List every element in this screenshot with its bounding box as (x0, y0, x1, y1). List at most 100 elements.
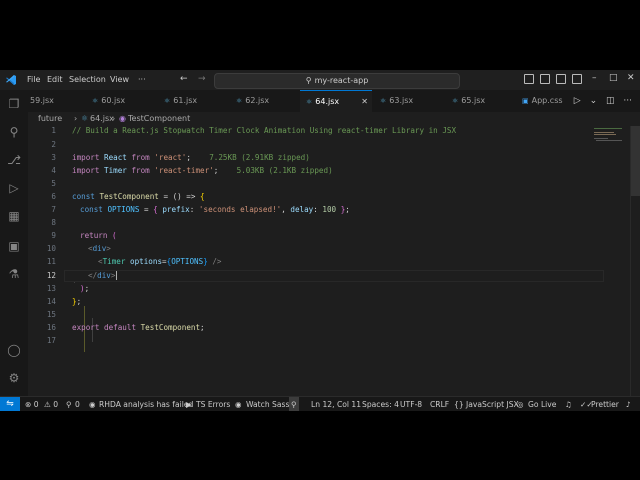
line-number: 1 (51, 126, 56, 135)
tab-59[interactable]: 59.jsx (28, 90, 90, 112)
tab-63[interactable]: ⚛ 63.jsx (378, 90, 450, 112)
tab-60[interactable]: ⚛ 60.jsx (90, 90, 162, 112)
restore-icon[interactable]: □ (609, 73, 618, 83)
remote-explorer-icon[interactable]: ▣ (6, 238, 22, 254)
editor-tabs: 59.jsx ⚛ 60.jsx ⚛ 61.jsx ⚛ 62.jsx ⚛ 64.jsx ✕ … (28, 90, 640, 112)
notifications-icon[interactable]: ♪ (626, 397, 631, 411)
code-editor[interactable]: 1 2 3 4 5 6 7 8 9 10 11 12 13 14 15 16 1… (28, 126, 640, 396)
indentation[interactable]: Spaces: 4 (362, 397, 399, 411)
string: 'react-timer' (154, 166, 214, 175)
menu-file[interactable]: File (27, 75, 40, 84)
toggle-secondary-sidebar-icon[interactable] (556, 74, 566, 84)
menu-more[interactable]: ··· (138, 75, 146, 84)
identifier: React (104, 153, 127, 162)
import-cost-hint: 5.03KB (2.1KB zipped) (236, 166, 333, 175)
breadcrumb-separator: › (112, 114, 116, 123)
jsx-attribute: options (130, 257, 163, 266)
keyword: from (131, 166, 150, 175)
title-bar: File Edit Selection View ··· ← → ⚲ my-rea… (0, 70, 640, 90)
run-debug-icon[interactable]: ▷ (6, 180, 22, 196)
keyword: import (72, 153, 100, 162)
punct: = () => (158, 192, 201, 201)
extensions-icon[interactable]: ▦ (6, 208, 22, 224)
react-file-icon: ⚛ (306, 98, 313, 106)
identifier: TestComponent (99, 192, 159, 201)
rhda-status[interactable]: RHDA analysis has failed (99, 397, 193, 411)
problems-warnings[interactable]: ⚠ 0 (44, 397, 58, 411)
command-center-search[interactable]: ⚲ my-react-app (214, 73, 460, 89)
tab-label: 64.jsx (315, 97, 340, 106)
minimap-line (594, 134, 616, 135)
breadcrumb-folder[interactable]: future (38, 112, 62, 126)
arrow-left-icon[interactable]: ← (180, 74, 188, 84)
close-tab-icon[interactable]: ✕ (361, 91, 368, 113)
tab-65[interactable]: ⚛ 65.jsx (450, 90, 522, 112)
language-mode[interactable]: JavaScript JSX (466, 397, 519, 411)
toggle-primary-sidebar-icon[interactable] (524, 74, 534, 84)
watch-sass[interactable]: Watch Sass (246, 397, 289, 411)
line-number: 9 (51, 231, 56, 240)
ts-errors[interactable]: TS Errors (196, 397, 230, 411)
breadcrumb-symbol[interactable]: TestComponent (128, 112, 190, 126)
identifier: OPTIONS (171, 257, 204, 266)
editor-actions: ▷ ⌄ ◫ ··· (574, 90, 632, 112)
arrow-right-icon[interactable]: → (198, 74, 206, 84)
rhda-icon: ◉ (89, 400, 96, 409)
menu-selection[interactable]: Selection (69, 75, 106, 84)
react-file-icon: ⚛ (452, 97, 459, 105)
more-actions-icon[interactable]: ··· (623, 96, 632, 106)
import-cost-hint: 7.25KB (2.91KB zipped) (209, 153, 310, 162)
punct: = (139, 205, 154, 214)
indent-guide (74, 282, 75, 283)
tab-62[interactable]: ⚛ 62.jsx (234, 90, 306, 112)
ts-errors-icon: ▶ (186, 400, 192, 409)
react-file-icon: ⚛ (236, 97, 243, 105)
tab-64[interactable]: ⚛ 64.jsx ✕ (300, 90, 372, 112)
string: 'react' (154, 153, 187, 162)
code-line-6: const TestComponent = () => { (72, 192, 205, 201)
minimize-icon[interactable]: – (592, 73, 597, 83)
tab-app-css[interactable]: ▣ App.css (520, 90, 580, 112)
run-icon[interactable]: ▷ (574, 96, 581, 106)
split-editor-icon[interactable]: ◫ (606, 96, 615, 106)
breadcrumb-separator: › (74, 114, 78, 123)
minimap[interactable] (592, 126, 630, 186)
minimap-line (594, 138, 608, 139)
testing-icon[interactable]: ⚗ (6, 266, 22, 282)
menu-edit[interactable]: Edit (47, 75, 63, 84)
ports-icon[interactable]: ⚲ (66, 397, 72, 411)
menu-view[interactable]: View (110, 75, 129, 84)
tab-61[interactable]: ⚛ 61.jsx (162, 90, 234, 112)
end-of-line[interactable]: CRLF (430, 397, 449, 411)
cursor-position[interactable]: Ln 12, Col 11 (311, 397, 361, 411)
keyword: return (80, 231, 108, 240)
remote-indicator-icon[interactable]: ⇋ (0, 397, 20, 411)
search-icon[interactable]: ⚲ (6, 124, 22, 140)
source-control-icon[interactable]: ⎇ (6, 152, 22, 168)
minimap-line (596, 140, 622, 141)
broadcast-icon: ◎ (517, 400, 524, 409)
code-line-9: return ( (80, 231, 117, 240)
breadcrumb-file[interactable]: 64.jsx (90, 112, 114, 126)
toggle-panel-icon[interactable] (540, 74, 550, 84)
symbol-icon: ◉ (119, 114, 126, 123)
encoding[interactable]: UTF-8 (400, 397, 422, 411)
problems-errors[interactable]: ⊗ 0 (25, 397, 39, 411)
settings-gear-icon[interactable]: ⚙ (6, 370, 22, 386)
line-number: 6 (51, 192, 56, 201)
go-live[interactable]: Go Live (528, 397, 556, 411)
close-window-icon[interactable]: ✕ (627, 73, 635, 83)
customize-layout-icon[interactable] (572, 74, 582, 84)
prettier[interactable]: Prettier (591, 397, 619, 411)
keyword: default (104, 323, 137, 332)
chevron-down-icon[interactable]: ⌄ (590, 96, 598, 106)
comment: // Build a React.js Stopwatch Timer Cloc… (72, 126, 457, 135)
bell-icon[interactable]: ♫ (565, 397, 572, 411)
punct: ; (186, 153, 191, 162)
ports-count[interactable]: 0 (75, 397, 80, 411)
scrollbar-thumb[interactable] (631, 126, 640, 196)
explorer-icon[interactable]: ❐ (6, 96, 22, 112)
line-number: 8 (51, 218, 56, 227)
zoom-search-icon[interactable]: ⚲ (289, 397, 299, 411)
account-icon[interactable]: ◯ (6, 342, 22, 358)
